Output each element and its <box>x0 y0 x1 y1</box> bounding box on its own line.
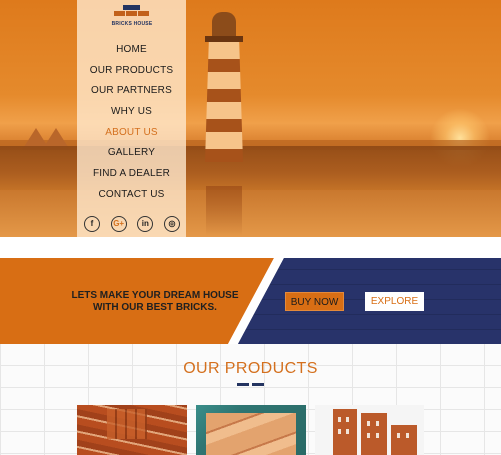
hero-banner <box>0 0 501 237</box>
nav-item-find-a-dealer[interactable]: FIND A DEALER <box>77 164 186 185</box>
rocky-shore <box>0 146 501 191</box>
product-image-clay-bricks[interactable] <box>196 405 306 455</box>
buy-now-button[interactable]: BUY NOW <box>285 292 344 311</box>
lighthouse-image <box>199 12 249 162</box>
nav-item-home[interactable]: HOME <box>77 40 186 61</box>
google-plus-icon[interactable]: G+ <box>110 216 127 232</box>
nav-item-about-us[interactable]: ABOUT US <box>77 123 186 144</box>
linkedin-icon[interactable]: in <box>137 216 154 232</box>
nav-item-contact-us[interactable]: CONTACT US <box>77 185 186 206</box>
title-underline <box>252 383 264 386</box>
bricks-logo-icon <box>114 5 150 19</box>
product-image-brick-stack[interactable] <box>77 405 187 455</box>
title-underline <box>237 383 249 386</box>
main-menu: HOME OUR PRODUCTS OUR PARTNERS WHY US AB… <box>77 40 186 206</box>
products-title: OUR PRODUCTS <box>183 360 318 377</box>
nav-item-our-products[interactable]: OUR PRODUCTS <box>77 61 186 82</box>
logo-text: BRICKS HOUSE <box>111 21 153 27</box>
nav-item-our-partners[interactable]: OUR PARTNERS <box>77 81 186 102</box>
social-links: f G+ in ◎ <box>84 216 180 232</box>
side-navigation: BRICKS HOUSE HOME OUR PRODUCTS OUR PARTN… <box>77 0 186 237</box>
water <box>0 190 501 237</box>
tagline-line-1: LETS MAKE YOUR DREAM HOUSE <box>71 290 239 301</box>
products-section: OUR PRODUCTS <box>0 344 501 455</box>
nav-item-why-us[interactable]: WHY US <box>77 102 186 123</box>
brand-logo[interactable]: BRICKS HOUSE <box>111 5 153 29</box>
instagram-icon[interactable]: ◎ <box>163 216 180 232</box>
nav-item-gallery[interactable]: GALLERY <box>77 143 186 164</box>
facebook-icon[interactable]: f <box>84 216 100 232</box>
product-image-hollow-bricks[interactable] <box>315 405 424 455</box>
banner-tagline: LETS MAKE YOUR DREAM HOUSE WITH OUR BEST… <box>62 290 248 314</box>
tagline-line-2: WITH OUR BEST BRICKS. <box>93 302 217 313</box>
cta-banner: LETS MAKE YOUR DREAM HOUSE WITH OUR BEST… <box>0 258 501 344</box>
explore-button[interactable]: EXPLORE <box>365 292 424 311</box>
lighthouse-reflection <box>206 186 242 236</box>
